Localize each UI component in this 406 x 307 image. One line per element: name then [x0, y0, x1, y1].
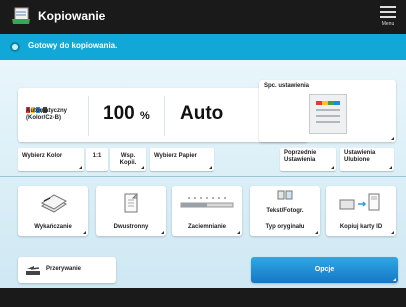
status-bar: Gotowy do kopiowania. [0, 34, 406, 60]
original-type-icon [277, 190, 293, 200]
color-mode-cell[interactable]: / Automatyczny (Kolor/Cz-B) [18, 88, 88, 142]
special-settings-icon [309, 94, 347, 134]
paper-value: Auto [180, 103, 224, 124]
interrupt-icon [26, 266, 40, 275]
duplex-button[interactable]: Dwustronny [96, 186, 166, 236]
density-slider-icon [180, 197, 234, 208]
menu-label: Menu [381, 21, 395, 27]
favorites-button[interactable]: Ustawienia Ulubione [340, 148, 394, 171]
finishing-button[interactable]: Wykańczanie [18, 186, 88, 236]
status-text: Gotowy do kopiowania. [28, 41, 118, 50]
section-divider [0, 176, 406, 177]
special-settings-button[interactable]: Spc. ustawienia [259, 80, 396, 142]
color-palette-icon: / [26, 100, 48, 115]
color-mode-label: Automatyczny (Kolor/Cz-B) [26, 108, 68, 121]
id-card-copy-button[interactable]: Kopiuj karty ID [326, 186, 396, 236]
select-color-button[interactable]: Wybierz Kolor [18, 148, 84, 171]
duplex-icon [124, 192, 138, 213]
ratio-button[interactable]: 1:1 [86, 148, 108, 171]
menu-button[interactable]: Menu [380, 6, 396, 28]
paper-cell[interactable]: Auto [165, 88, 235, 142]
density-button[interactable]: Zaciemnianie [172, 186, 242, 236]
options-button[interactable]: Opcje [251, 257, 398, 283]
finishing-icon [41, 194, 67, 213]
title-bar: Kopiowanie Menu [0, 0, 406, 34]
magnify-button[interactable]: Wsp. Kopii. [110, 148, 146, 171]
page-title: Kopiowanie [38, 9, 106, 23]
footer-bar [0, 288, 406, 307]
zoom-value: 100 % [103, 103, 150, 124]
zoom-cell[interactable]: 100 % [89, 88, 164, 142]
special-settings-label: Spc. ustawienia [264, 83, 310, 89]
original-type-value: Tekst/Fotogr. [266, 208, 304, 214]
previous-settings-button[interactable]: Poprzednie Ustawienia [280, 148, 336, 171]
select-paper-button[interactable]: Wybierz Papier [150, 148, 214, 171]
status-icon [10, 42, 20, 52]
corner-mark [391, 134, 394, 140]
interrupt-button[interactable]: Przerywanie [18, 257, 116, 283]
copy-app-icon [12, 7, 30, 24]
original-type-button[interactable]: Tekst/Fotogr. Typ oryginału [250, 186, 320, 236]
menu-icon [380, 6, 396, 8]
id-card-icon [339, 193, 380, 211]
